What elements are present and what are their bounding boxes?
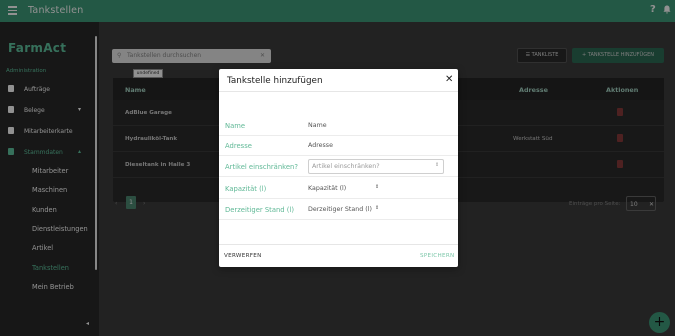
- add-tankstelle-dialog: Tankstelle hinzufügen ✕ Name Name Adress…: [219, 69, 458, 267]
- discard-button[interactable]: VERWERFEN: [224, 253, 262, 259]
- select-arrows-icon: ⇕: [435, 162, 440, 168]
- current-level-label: Derzeitiger Stand (l): [225, 206, 294, 214]
- articles-label: Artikel einschränken?: [225, 163, 298, 171]
- dialog-title: Tankstelle hinzufügen: [227, 76, 323, 86]
- dialog-footer: VERWERFEN SPEICHERN: [219, 245, 458, 267]
- address-field-row: Adresse Adresse: [219, 136, 458, 156]
- articles-select-placeholder: Artikel einschränken?: [312, 163, 380, 170]
- current-level-input[interactable]: Derzeitiger Stand (l): [308, 206, 372, 213]
- close-icon[interactable]: ✕: [445, 74, 453, 85]
- name-field-row: Name Name: [219, 116, 458, 136]
- address-label: Adresse: [225, 142, 252, 150]
- articles-select[interactable]: Artikel einschränken? ⇕: [308, 159, 444, 174]
- spinner-icon[interactable]: ⇕: [375, 184, 379, 190]
- capacity-label: Kapazität (l): [225, 185, 267, 193]
- spinner-icon[interactable]: ⇕: [375, 205, 379, 211]
- capacity-field-row: Kapazität (l) Kapazität (l) ⇕: [219, 179, 458, 199]
- name-input[interactable]: Name: [308, 122, 327, 129]
- articles-field-row: Artikel einschränken? Artikel einschränk…: [219, 157, 458, 177]
- capacity-input[interactable]: Kapazität (l): [308, 185, 346, 192]
- current-level-field-row: Derzeitiger Stand (l) Derzeitiger Stand …: [219, 200, 458, 220]
- address-input[interactable]: Adresse: [308, 142, 333, 149]
- save-button[interactable]: SPEICHERN: [420, 253, 455, 259]
- name-label: Name: [225, 122, 246, 130]
- divider: [219, 91, 458, 92]
